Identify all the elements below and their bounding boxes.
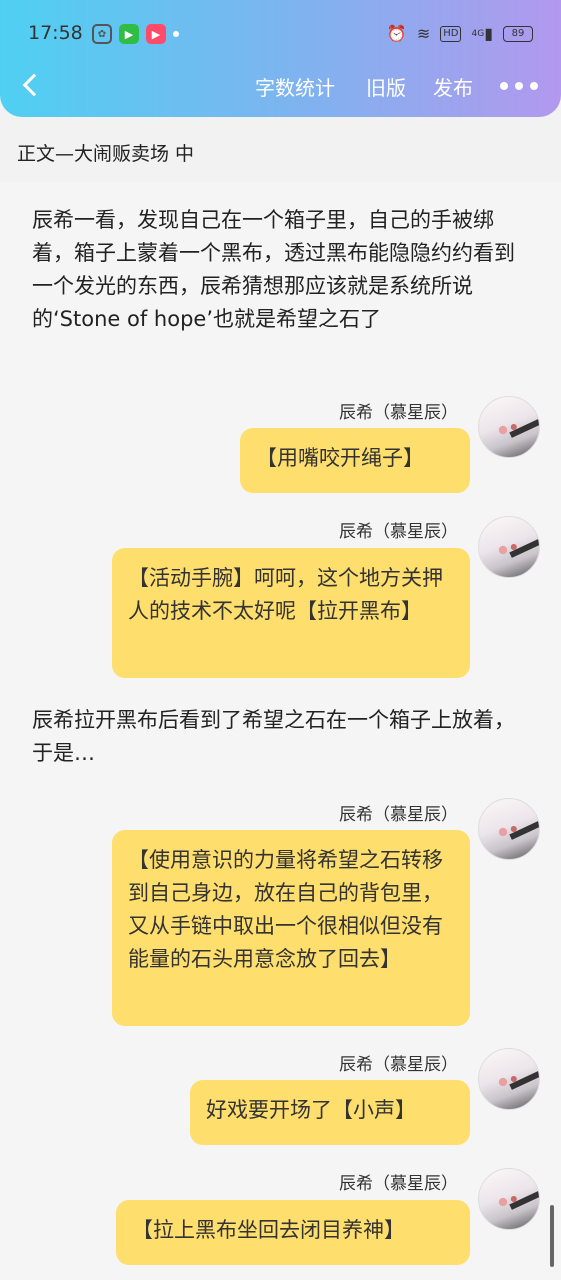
- more-notifications-dot: [173, 31, 179, 37]
- signal-icon: 4G▮: [471, 24, 493, 43]
- status-bar: 17:58 ✿ ▶ ▶ ⏰ ≋ HD 4G▮ 89: [0, 16, 561, 52]
- system-icons: ⏰ ≋ HD 4G▮ 89: [387, 24, 533, 44]
- word-count-button[interactable]: 字数统计: [255, 72, 335, 101]
- avatar[interactable]: [478, 1048, 540, 1110]
- chat-bubble[interactable]: 【使用意识的力量将希望之石转移到自己身边，放在自己的背包里，又从手链中取出一个很…: [112, 830, 470, 1026]
- chat-bubble[interactable]: 【拉上黑布坐回去闭目养神】: [116, 1200, 470, 1265]
- status-time: 17:58: [28, 22, 83, 44]
- avatar[interactable]: [478, 1168, 540, 1230]
- chat-bubble[interactable]: 好戏要开场了【小声】: [190, 1080, 470, 1145]
- speaker-name: 辰希（慕星辰）: [339, 805, 458, 825]
- speaker-name: 辰希（慕星辰）: [339, 522, 458, 542]
- more-menu-icon[interactable]: [500, 82, 538, 90]
- wifi-icon: ≋: [416, 24, 431, 43]
- chapter-bar[interactable]: 正文—大闹贩卖场 中: [0, 126, 561, 182]
- notification-icons: ✿ ▶ ▶: [92, 24, 179, 44]
- chat-bubble[interactable]: 【活动手腕】呵呵，这个地方关押人的技术不太好呢【拉开黑布】: [112, 548, 470, 678]
- speaker-name: 辰希（慕星辰）: [339, 1174, 458, 1194]
- chat-bubble[interactable]: 【用嘴咬开绳子】: [240, 428, 470, 493]
- hd-icon: HD: [440, 26, 462, 42]
- narration-text: 辰希一看，发现自己在一个箱子里，自己的手被绑着，箱子上蒙着一个黑布，透过黑布能隐…: [32, 208, 515, 331]
- iqiyi-icon: ▶: [119, 24, 139, 44]
- baidu-icon: ✿: [92, 24, 112, 44]
- more-dot: [530, 82, 538, 90]
- avatar[interactable]: [478, 516, 540, 578]
- speaker-name: 辰希（慕星辰）: [339, 1055, 458, 1075]
- story-content[interactable]: 辰希一看，发现自己在一个箱子里，自己的手被绑着，箱子上蒙着一个黑布，透过黑布能隐…: [0, 182, 561, 1280]
- back-arrow-icon[interactable]: [18, 70, 48, 100]
- alarm-icon: ⏰: [386, 24, 407, 43]
- avatar[interactable]: [478, 798, 540, 860]
- scrollbar[interactable]: [550, 1205, 554, 1267]
- video-app-icon: ▶: [146, 24, 166, 44]
- more-dot: [515, 82, 523, 90]
- avatar[interactable]: [478, 396, 540, 458]
- old-version-button[interactable]: 旧版: [366, 72, 406, 101]
- battery-icon: 89: [503, 26, 533, 42]
- app-header: 17:58 ✿ ▶ ▶ ⏰ ≋ HD 4G▮ 89 字数统计 旧版 发布: [0, 0, 561, 117]
- publish-button[interactable]: 发布: [433, 72, 473, 101]
- top-nav: 字数统计 旧版 发布: [0, 66, 561, 106]
- more-dot: [500, 82, 508, 90]
- chapter-title: 正文—大闹贩卖场 中: [17, 143, 195, 165]
- speaker-name: 辰希（慕星辰）: [339, 403, 458, 423]
- narration-text: 辰希拉开黑布后看到了希望之石在一个箱子上放着，于是…: [32, 708, 515, 765]
- network-type: 4G: [471, 29, 485, 39]
